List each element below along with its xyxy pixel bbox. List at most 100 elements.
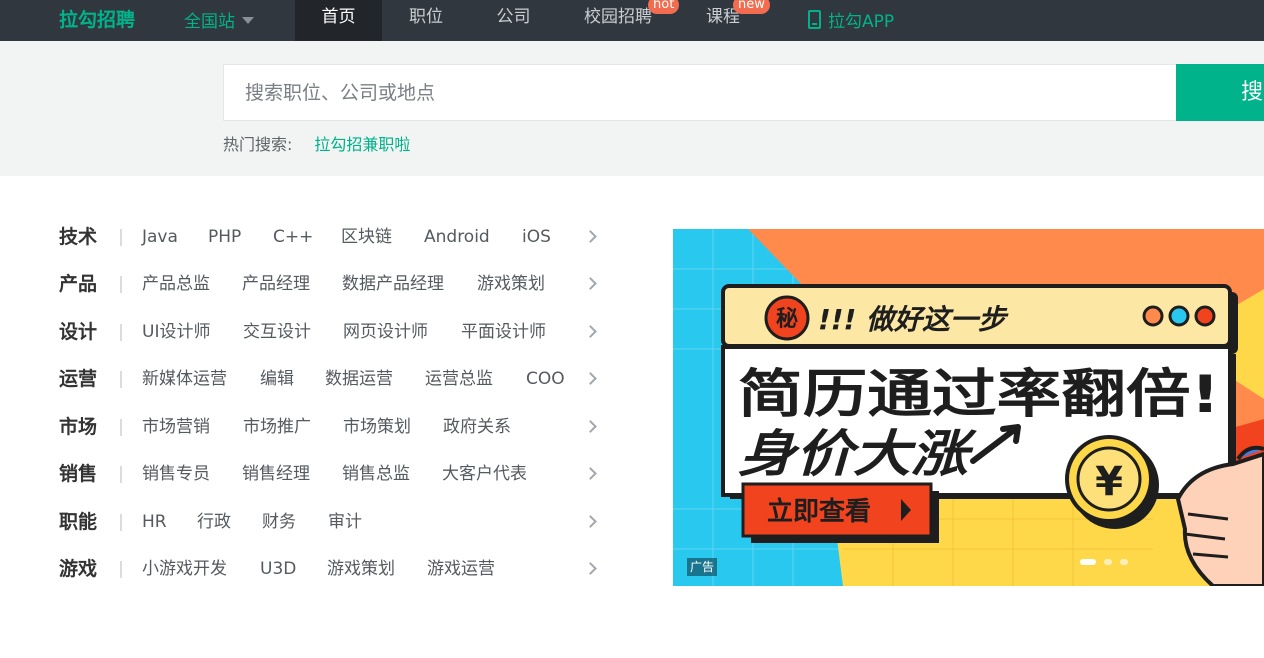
app-download-link[interactable]: 拉勾APP bbox=[808, 7, 894, 32]
category-link[interactable]: iOS bbox=[522, 222, 551, 252]
banner-subline: 身价大涨 bbox=[738, 425, 977, 483]
category-divider bbox=[120, 276, 122, 293]
category-link[interactable]: PHP bbox=[208, 222, 241, 252]
category-link[interactable]: 行政 bbox=[197, 507, 231, 537]
category-divider bbox=[120, 561, 122, 578]
category-link[interactable]: 审计 bbox=[328, 507, 362, 537]
nav-positions-label: 职位 bbox=[409, 7, 443, 27]
category-link[interactable]: UI设计师 bbox=[142, 317, 210, 347]
category-divider bbox=[120, 419, 122, 436]
nav-campus-label: 校园招聘 bbox=[584, 7, 652, 27]
category-link[interactable]: 区块链 bbox=[341, 222, 392, 252]
promo-banner[interactable]: 秘 !!! 做好这一步 简历通过率翻倍! 身价大涨 立即查看 ¥ bbox=[673, 229, 1264, 586]
phone-icon bbox=[808, 10, 821, 29]
category-link[interactable]: 市场策划 bbox=[343, 412, 411, 442]
category-row[interactable]: 设计 UI设计师 交互设计 网页设计师 平面设计师 bbox=[59, 317, 604, 347]
nav-positions[interactable]: 职位 bbox=[382, 0, 470, 41]
banner-cta: 立即查看 bbox=[767, 496, 871, 527]
category-row[interactable]: 职能 HR 行政 财务 审计 bbox=[59, 507, 604, 537]
category-link[interactable]: COO bbox=[526, 364, 565, 394]
top-nav-bar: 拉勾招聘 全国站 首页 职位 公司 校园招聘 hot 课程 new 拉勾APP bbox=[0, 0, 1264, 41]
carousel-dot[interactable] bbox=[1120, 559, 1128, 565]
chevron-right-icon[interactable] bbox=[584, 562, 597, 575]
banner-top-text: !!! 做好这一步 bbox=[818, 303, 1009, 336]
search-input[interactable] bbox=[223, 64, 1177, 121]
category-link[interactable]: 游戏策划 bbox=[477, 269, 545, 299]
category-link[interactable]: 产品总监 bbox=[142, 269, 210, 299]
nav-companies[interactable]: 公司 bbox=[470, 0, 557, 41]
category-row[interactable]: 技术 Java PHP C++ 区块链 Android iOS bbox=[59, 222, 604, 252]
category-link[interactable]: 财务 bbox=[262, 507, 296, 537]
search-button[interactable]: 搜 bbox=[1176, 64, 1264, 121]
category-title[interactable]: 职能 bbox=[59, 507, 97, 537]
category-link[interactable]: 编辑 bbox=[260, 364, 294, 394]
coin-symbol: ¥ bbox=[1095, 459, 1123, 505]
category-link[interactable]: 数据产品经理 bbox=[342, 269, 444, 299]
hot-search-label: 热门搜索: bbox=[223, 135, 293, 154]
category-link[interactable]: HR bbox=[142, 507, 167, 537]
category-link[interactable]: Android bbox=[424, 222, 490, 252]
category-link[interactable]: 销售专员 bbox=[142, 459, 210, 489]
city-selector[interactable]: 全国站 bbox=[184, 7, 254, 32]
category-link[interactable]: 销售经理 bbox=[242, 459, 310, 489]
category-row[interactable]: 游戏 小游戏开发 U3D 游戏策划 游戏运营 bbox=[59, 554, 604, 584]
nav-home-label: 首页 bbox=[321, 7, 356, 27]
city-label: 全国站 bbox=[184, 12, 235, 32]
chevron-right-icon[interactable] bbox=[584, 230, 597, 243]
hot-search-link[interactable]: 拉勾招兼职啦 bbox=[314, 135, 410, 154]
chevron-right-icon[interactable] bbox=[584, 372, 597, 385]
category-title[interactable]: 设计 bbox=[59, 317, 97, 347]
category-link[interactable]: 平面设计师 bbox=[461, 317, 546, 347]
category-title[interactable]: 销售 bbox=[59, 459, 97, 489]
category-row[interactable]: 运营 新媒体运营 编辑 数据运营 运营总监 COO bbox=[59, 364, 604, 394]
nav-courses[interactable]: 课程 new bbox=[697, 0, 770, 41]
nav-companies-label: 公司 bbox=[496, 7, 531, 27]
nav-campus[interactable]: 校园招聘 hot bbox=[572, 0, 680, 41]
secret-text: 秘 bbox=[776, 306, 798, 332]
hot-searches: 热门搜索: 拉勾招兼职啦 bbox=[223, 131, 410, 155]
category-link[interactable]: C++ bbox=[273, 222, 313, 252]
carousel-dot[interactable] bbox=[1104, 559, 1112, 565]
chevron-right-icon[interactable] bbox=[584, 467, 597, 480]
category-link[interactable]: 网页设计师 bbox=[343, 317, 428, 347]
category-link[interactable]: 运营总监 bbox=[425, 364, 493, 394]
category-row[interactable]: 产品 产品总监 产品经理 数据产品经理 游戏策划 bbox=[59, 269, 604, 299]
category-divider bbox=[120, 466, 122, 483]
category-title[interactable]: 市场 bbox=[59, 412, 97, 442]
category-link[interactable]: Java bbox=[142, 222, 178, 252]
chevron-right-icon[interactable] bbox=[584, 420, 597, 433]
category-row[interactable]: 销售 销售专员 销售经理 销售总监 大客户代表 bbox=[59, 459, 604, 489]
category-divider bbox=[120, 324, 122, 341]
category-link[interactable]: 政府关系 bbox=[443, 412, 511, 442]
chevron-down-icon bbox=[242, 17, 254, 24]
chevron-right-icon[interactable] bbox=[584, 325, 597, 338]
banner-artwork: 秘 !!! 做好这一步 简历通过率翻倍! 身价大涨 立即查看 ¥ bbox=[673, 229, 1264, 586]
category-link[interactable]: U3D bbox=[260, 554, 296, 584]
category-link[interactable]: 数据运营 bbox=[325, 364, 393, 394]
lagou-logo[interactable]: 拉勾招聘 bbox=[59, 5, 135, 32]
category-link[interactable]: 游戏策划 bbox=[327, 554, 395, 584]
app-label: 拉勾APP bbox=[828, 12, 895, 32]
banner-headline: 简历通过率翻倍! bbox=[738, 365, 1220, 425]
category-row[interactable]: 市场 市场营销 市场推广 市场策划 政府关系 bbox=[59, 412, 604, 442]
chevron-right-icon[interactable] bbox=[584, 277, 597, 290]
category-link[interactable]: 产品经理 bbox=[242, 269, 310, 299]
category-link[interactable]: 新媒体运营 bbox=[142, 364, 227, 394]
category-link[interactable]: 销售总监 bbox=[342, 459, 410, 489]
category-divider bbox=[120, 514, 122, 531]
category-link[interactable]: 小游戏开发 bbox=[142, 554, 227, 584]
category-link[interactable]: 市场推广 bbox=[243, 412, 311, 442]
category-link[interactable]: 游戏运营 bbox=[427, 554, 495, 584]
carousel-dot[interactable] bbox=[1080, 559, 1096, 565]
category-title[interactable]: 游戏 bbox=[59, 554, 97, 584]
category-title[interactable]: 运营 bbox=[59, 364, 97, 394]
chevron-right-icon[interactable] bbox=[584, 515, 597, 528]
new-badge: new bbox=[733, 0, 770, 14]
category-link[interactable]: 大客户代表 bbox=[442, 459, 527, 489]
nav-home[interactable]: 首页 bbox=[295, 0, 382, 41]
category-link[interactable]: 交互设计 bbox=[243, 317, 311, 347]
category-link[interactable]: 市场营销 bbox=[142, 412, 210, 442]
category-title[interactable]: 技术 bbox=[59, 222, 97, 252]
carousel-dots[interactable] bbox=[1080, 559, 1128, 565]
category-title[interactable]: 产品 bbox=[59, 269, 97, 299]
